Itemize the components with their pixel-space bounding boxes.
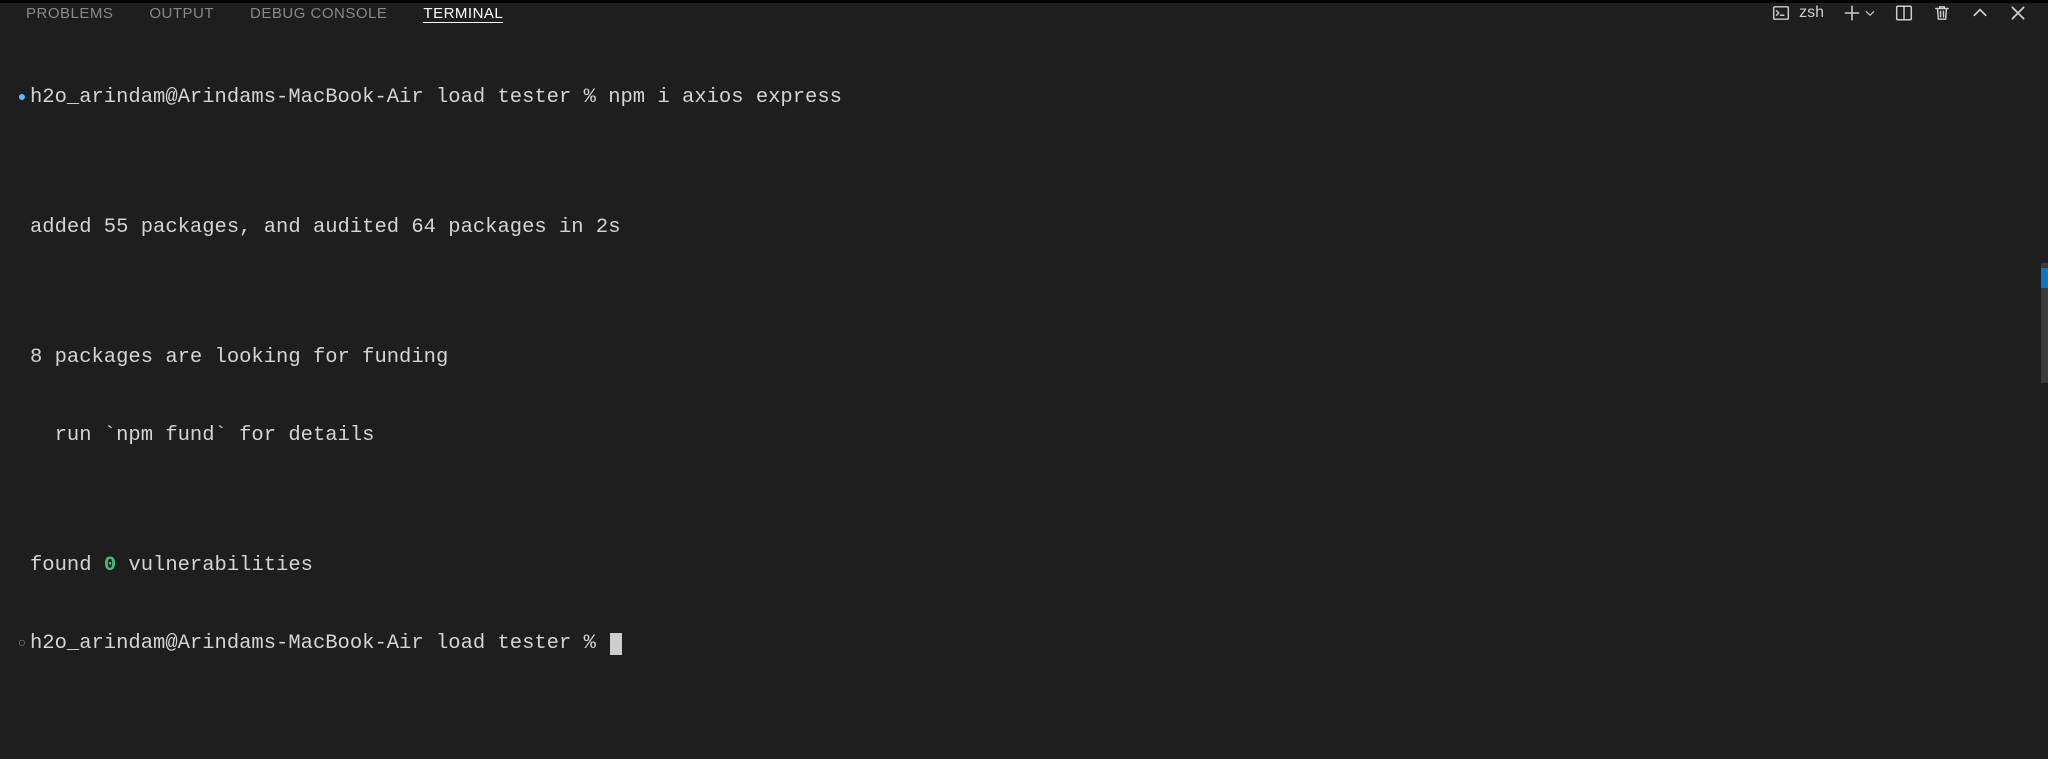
tab-debug-console[interactable]: DEBUG CONSOLE bbox=[232, 3, 405, 23]
terminal-output[interactable]: ● h2o_arindam@Arindams-MacBook-Air load … bbox=[0, 23, 2048, 759]
terminal-icon bbox=[1771, 3, 1791, 23]
terminal-line: h2o_arindam@Arindams-MacBook-Air load te… bbox=[30, 631, 2034, 657]
new-terminal-button[interactable] bbox=[1842, 3, 1862, 23]
terminal-line: found 0 vulnerabilities bbox=[30, 553, 2034, 579]
new-terminal-dropdown[interactable] bbox=[1864, 3, 1876, 23]
terminal-line: added 55 packages, and audited 64 packag… bbox=[30, 215, 2034, 241]
chevron-up-icon[interactable] bbox=[1970, 3, 1990, 23]
tab-problems[interactable]: PROBLEMS bbox=[8, 3, 131, 23]
terminal-line: 8 packages are looking for funding bbox=[30, 345, 2034, 371]
shell-name: zsh bbox=[1799, 4, 1824, 22]
terminal-shell-indicator[interactable]: zsh bbox=[1771, 3, 1824, 23]
new-terminal-group bbox=[1842, 3, 1876, 23]
terminal-line: run `npm fund` for details bbox=[30, 423, 2034, 449]
prompt-bullet-idle-icon: ○ bbox=[14, 631, 30, 657]
panel-actions: zsh bbox=[1771, 3, 2040, 23]
bottom-panel: PROBLEMS OUTPUT DEBUG CONSOLE TERMINAL z… bbox=[0, 0, 2048, 759]
terminal-cursor bbox=[610, 633, 622, 655]
prompt-bullet-active-icon: ● bbox=[14, 85, 30, 111]
tab-output[interactable]: OUTPUT bbox=[131, 3, 232, 23]
scrollbar-marker bbox=[2041, 268, 2048, 288]
split-terminal-button[interactable] bbox=[1894, 3, 1914, 23]
tab-terminal[interactable]: TERMINAL bbox=[405, 3, 521, 23]
close-panel-button[interactable] bbox=[2008, 3, 2028, 23]
panel-tab-bar: PROBLEMS OUTPUT DEBUG CONSOLE TERMINAL z… bbox=[0, 3, 2048, 23]
terminal-line: h2o_arindam@Arindams-MacBook-Air load te… bbox=[30, 85, 2034, 111]
trash-button[interactable] bbox=[1932, 3, 1952, 23]
